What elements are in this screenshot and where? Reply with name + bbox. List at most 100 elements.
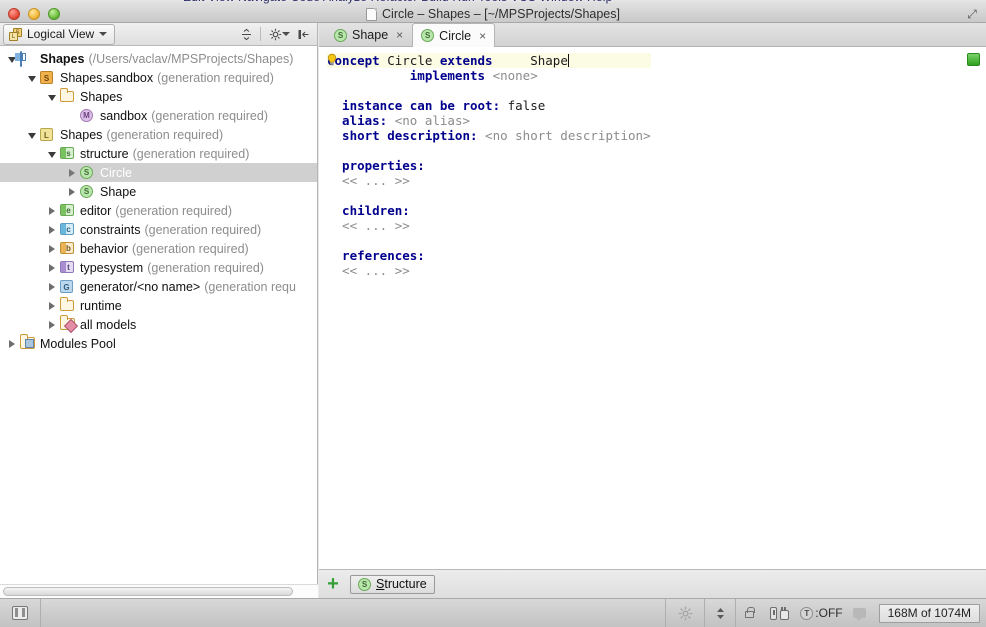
code-line[interactable]: alias: <no alias>: [327, 113, 651, 128]
tree-twisty[interactable]: [64, 166, 80, 180]
close-icon[interactable]: ×: [479, 29, 486, 43]
tree-twisty[interactable]: [44, 223, 60, 237]
bottom-tab-structure[interactable]: S Structure: [350, 575, 435, 594]
scrollbar-thumb[interactable]: [3, 587, 293, 596]
tree-twisty[interactable]: [44, 204, 60, 218]
editor-tab-circle[interactable]: SCircle×: [412, 23, 495, 47]
twisty-expanded-icon[interactable]: [48, 95, 56, 101]
code-text[interactable]: concept Circle extends Shape implements …: [327, 53, 651, 278]
twisty-collapsed-icon[interactable]: [69, 169, 75, 177]
toolbar-separator: [260, 27, 261, 41]
code-line[interactable]: concept Circle extends Shape: [327, 53, 651, 68]
tree-item-note: (generation required): [106, 128, 223, 142]
code-line[interactable]: << ... >>: [327, 173, 651, 188]
background-tasks-gear-icon[interactable]: [666, 606, 704, 621]
tree-item-generator-no-name[interactable]: Ggenerator/<no name>(generation requ: [0, 277, 317, 296]
model-icon: M: [80, 109, 93, 122]
editor-tab-shape[interactable]: SShape×: [325, 23, 412, 46]
twisty-collapsed-icon[interactable]: [49, 283, 55, 291]
window-layout-icon: [12, 606, 28, 620]
twisty-collapsed-icon[interactable]: [49, 207, 55, 215]
code-line[interactable]: short description: <no short description…: [327, 128, 651, 143]
memory-indicator[interactable]: 168M of 1074M: [879, 604, 980, 623]
hide-panel-icon[interactable]: [293, 24, 313, 45]
twisty-expanded-icon[interactable]: [48, 152, 56, 158]
tree-twisty[interactable]: [64, 185, 80, 199]
tree-item-label: Shapes: [80, 90, 122, 104]
transparency-status[interactable]: T :OFF: [796, 606, 846, 620]
tree-item-shapes-sandbox[interactable]: SShapes.sandbox(generation required): [0, 68, 317, 87]
tree-item-shapes[interactable]: Shapes(/Users/vaclav/MPSProjects/Shapes): [0, 49, 317, 68]
twisty-collapsed-icon[interactable]: [9, 340, 15, 348]
tree-item-runtime[interactable]: runtime: [0, 296, 317, 315]
modules-pool-icon: [20, 337, 35, 349]
transparency-badge-icon: T: [800, 607, 813, 620]
twisty-collapsed-icon[interactable]: [49, 321, 55, 329]
tree-item-modules-pool[interactable]: Modules Pool: [0, 334, 317, 353]
code-token: properties:: [327, 158, 425, 173]
tree-item-circle[interactable]: SCircle: [0, 163, 317, 182]
code-token: extends: [440, 53, 493, 68]
tree-twisty[interactable]: [44, 318, 60, 332]
twisty-collapsed-icon[interactable]: [49, 245, 55, 253]
lock-glyph: [745, 611, 754, 618]
add-tab-button[interactable]: +: [324, 574, 342, 594]
tree-twisty[interactable]: [44, 261, 60, 275]
code-line[interactable]: << ... >>: [327, 218, 651, 233]
tree-item-constraints[interactable]: cconstraints(generation required): [0, 220, 317, 239]
fullscreen-icon[interactable]: ⤢: [964, 7, 980, 21]
code-line[interactable]: [327, 143, 651, 158]
code-line[interactable]: << ... >>: [327, 263, 651, 278]
code-line[interactable]: [327, 188, 651, 203]
tree-item-sandbox[interactable]: Msandbox(generation required): [0, 106, 317, 125]
notification-bubble-icon[interactable]: [847, 608, 873, 618]
twisty-collapsed-icon[interactable]: [49, 302, 55, 310]
project-tree[interactable]: Shapes(/Users/vaclav/MPSProjects/Shapes)…: [0, 46, 317, 584]
code-line[interactable]: children:: [327, 203, 651, 218]
tree-twisty[interactable]: [4, 337, 20, 351]
view-selector-button[interactable]: SL Logical View: [3, 24, 115, 45]
code-line[interactable]: properties:: [327, 158, 651, 173]
tree-twisty[interactable]: [44, 280, 60, 294]
tree-twisty[interactable]: [24, 128, 40, 142]
collapse-all-icon[interactable]: [236, 24, 256, 45]
intention-bulb-icon[interactable]: [326, 53, 338, 67]
tree-twisty[interactable]: [24, 71, 40, 85]
tree-item-shape[interactable]: SShape: [0, 182, 317, 201]
code-line[interactable]: instance can be root: false: [327, 98, 651, 113]
inspection-status-marker[interactable]: [967, 53, 980, 66]
code-line[interactable]: [327, 233, 651, 248]
project-tree-hscrollbar[interactable]: [0, 584, 318, 598]
tree-item-note: (generation required): [132, 242, 249, 256]
lock-open-icon[interactable]: [736, 608, 762, 618]
code-line[interactable]: [327, 83, 651, 98]
twisty-expanded-icon[interactable]: [28, 76, 36, 82]
tree-twisty[interactable]: [44, 147, 60, 161]
editor-tab-bar[interactable]: SShape×SCircle×: [319, 23, 986, 47]
code-line[interactable]: implements <none>: [327, 68, 651, 83]
twisty-expanded-icon[interactable]: [28, 133, 36, 139]
toggle-tool-windows-button[interactable]: [0, 606, 40, 620]
tree-item-all-models[interactable]: all models: [0, 315, 317, 334]
tree-item-structure[interactable]: sstructure(generation required): [0, 144, 317, 163]
tree-twisty[interactable]: [44, 90, 60, 104]
plug-power-icon[interactable]: [762, 607, 796, 620]
editor-content[interactable]: concept Circle extends Shape implements …: [319, 47, 986, 569]
structure-tab-icon: S: [358, 578, 371, 591]
tree-item-shapes[interactable]: Shapes: [0, 87, 317, 106]
tree-twisty[interactable]: [44, 299, 60, 313]
up-down-arrows-icon[interactable]: [705, 606, 735, 621]
gear-chevron-icon[interactable]: [282, 32, 290, 36]
tree-item-editor[interactable]: eeditor(generation required): [0, 201, 317, 220]
tree-item-shapes[interactable]: LShapes(generation required): [0, 125, 317, 144]
tree-twisty[interactable]: [44, 242, 60, 256]
tree-item-typesystem[interactable]: ttypesystem(generation required): [0, 258, 317, 277]
window-title-text: Circle – Shapes – [~/MPSProjects/Shapes]: [382, 7, 620, 21]
tree-item-behavior[interactable]: bbehavior(generation required): [0, 239, 317, 258]
close-icon[interactable]: ×: [396, 28, 403, 42]
constraints-aspect-icon: c: [60, 223, 74, 235]
code-line[interactable]: references:: [327, 248, 651, 263]
twisty-collapsed-icon[interactable]: [69, 188, 75, 196]
twisty-collapsed-icon[interactable]: [49, 226, 55, 234]
twisty-collapsed-icon[interactable]: [49, 264, 55, 272]
